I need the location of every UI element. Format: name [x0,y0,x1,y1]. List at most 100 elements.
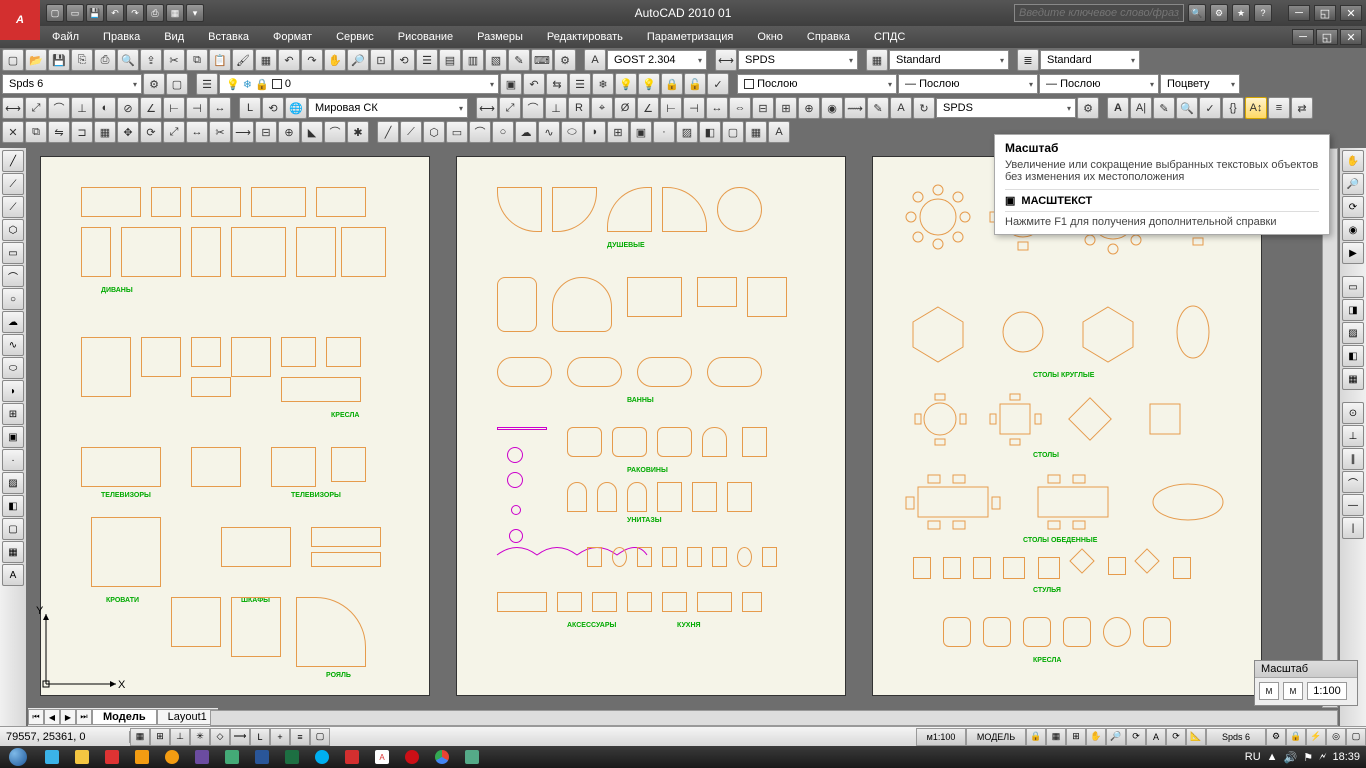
open-icon[interactable]: 📂 [25,49,47,71]
tray-lang[interactable]: RU [1245,751,1261,763]
rect-icon[interactable]: ▭ [446,121,468,143]
spds-dropdown[interactable]: Spds 6 [2,74,142,94]
break-icon[interactable]: ⊟ [255,121,277,143]
dtext-icon[interactable]: A| [1130,97,1152,119]
d2-upd-icon[interactable]: ↻ [913,97,935,119]
scale-btn-2[interactable]: M [1283,682,1303,700]
match-icon[interactable]: 🖌 [232,49,254,71]
scale-icon[interactable]: ⤢ [163,121,185,143]
vp-ellipse-icon[interactable]: ⬭ [2,357,24,379]
constr-tan-icon[interactable]: ⌒ [1342,471,1364,493]
saveas-icon[interactable]: ⎘ [71,49,93,71]
d2-rad-icon[interactable]: R [568,97,590,119]
tablestyle-dropdown[interactable]: Standard [889,50,1009,70]
vp-point-icon[interactable]: · [2,449,24,471]
layer-props-icon[interactable]: ☰ [196,73,218,95]
mtext2-icon[interactable]: A [768,121,790,143]
tab-first-icon[interactable]: ⏮ [28,709,44,725]
tablestyle-icon[interactable]: ▦ [866,49,888,71]
search-icon[interactable]: 🔍 [1188,4,1206,22]
pan-icon[interactable]: ✋ [324,49,346,71]
layer-lock-icon[interactable]: 🔒 [661,73,683,95]
array-icon[interactable]: ▦ [94,121,116,143]
status-lock-icon[interactable]: 🔒 [1026,728,1046,746]
vs-2d-icon[interactable]: ▭ [1342,276,1364,298]
status-anno-scale-icon[interactable]: 📐 [1186,728,1206,746]
d2-ord-icon[interactable]: ⊥ [545,97,567,119]
dim-aligned-icon[interactable]: ⤢ [25,97,47,119]
plotstyle-dropdown[interactable]: Поцвету [1160,74,1240,94]
mtext-icon[interactable]: A [1107,97,1129,119]
qat-save-icon[interactable]: 💾 [86,4,104,22]
copy2-icon[interactable]: ⧉ [25,121,47,143]
explode-icon[interactable]: ✱ [347,121,369,143]
zoom-icon[interactable]: 🔎 [347,49,369,71]
otrack-toggle[interactable]: ⟶ [230,728,250,746]
menu-view[interactable]: Вид [152,31,196,43]
qat-redo-icon[interactable]: ↷ [126,4,144,22]
constr-coin-icon[interactable]: ⊙ [1342,402,1364,424]
makeblock-icon[interactable]: ▣ [630,121,652,143]
vp-table-icon[interactable]: ▦ [2,541,24,563]
task-explorer-icon[interactable] [68,747,96,767]
status-nav-icon[interactable]: ✋ [1086,728,1106,746]
vp-polygon-icon[interactable]: ⬡ [2,219,24,241]
layer-iso-icon[interactable]: ▣ [500,73,522,95]
dim-dia-icon[interactable]: ⊘ [117,97,139,119]
d2-ang-icon[interactable]: ∠ [637,97,659,119]
qat-print-icon[interactable]: ⎙ [146,4,164,22]
ellipse-icon[interactable]: ⬭ [561,121,583,143]
layer-match-icon[interactable]: ⇆ [546,73,568,95]
d2-tol-icon[interactable]: ⊞ [775,97,797,119]
menu-parametric[interactable]: Параметризация [635,31,745,43]
layer-on-icon[interactable]: 💡 [638,73,660,95]
zoomwin-icon[interactable]: ⊡ [370,49,392,71]
justify-icon[interactable]: ≡ [1268,97,1290,119]
vp-ellipsearc-icon[interactable]: ◗ [2,380,24,402]
status-qv-icon[interactable]: ▦ [1046,728,1066,746]
circle-icon[interactable]: ○ [492,121,514,143]
task-excel-icon[interactable] [278,747,306,767]
doc-restore-button[interactable]: ◱ [1316,29,1338,45]
tray-action-icon[interactable]: ⚑ [1303,751,1313,764]
clean-screen-icon[interactable]: ▢ [1346,728,1366,746]
tray-net-icon[interactable]: 🔊 [1284,751,1298,764]
dimstyle-mgr-icon[interactable]: ⚙ [1077,97,1099,119]
mlstyle-dropdown[interactable]: Standard [1040,50,1140,70]
ellipsearc-icon[interactable]: ◗ [584,121,606,143]
constr-horiz-icon[interactable]: — [1342,494,1364,516]
cut-icon[interactable]: ✂ [163,49,185,71]
hw-accel-icon[interactable]: ⚡ [1306,728,1326,746]
scale-input[interactable] [1307,682,1347,700]
help-icon[interactable]: ? [1254,4,1272,22]
linetype-dropdown[interactable]: — Послою [898,74,1038,94]
nav-showmotion-icon[interactable]: ▶ [1342,242,1364,264]
qat-undo-icon[interactable]: ↶ [106,4,124,22]
dim-ord-icon[interactable]: ⊥ [71,97,93,119]
layer-state-icon[interactable]: ☰ [569,73,591,95]
d2-edit-icon[interactable]: ✎ [867,97,889,119]
zoomprev-icon[interactable]: ⟲ [393,49,415,71]
status-orbit-icon[interactable]: ⟳ [1126,728,1146,746]
constr-par-icon[interactable]: ∥ [1342,448,1364,470]
vp-block-icon[interactable]: ▣ [2,426,24,448]
menu-dimension[interactable]: Размеры [465,31,535,43]
d2-cen-icon[interactable]: ⊕ [798,97,820,119]
ucs-world-icon[interactable]: 🌐 [285,97,307,119]
tab-next-icon[interactable]: ▶ [60,709,76,725]
nav-pan-icon[interactable]: ✋ [1342,150,1364,172]
d2-ali-icon[interactable]: ⤢ [499,97,521,119]
vp-text-icon[interactable]: A [2,564,24,586]
redo-icon[interactable]: ↷ [301,49,323,71]
task-photo-icon[interactable] [218,747,246,767]
d2-jogl-icon[interactable]: ⟿ [844,97,866,119]
stretch-icon[interactable]: ↔ [186,121,208,143]
anno-style-status[interactable]: Spds 6 [1206,728,1266,746]
snap-toggle[interactable]: ▦ [130,728,150,746]
status-zoom-icon[interactable]: 🔎 [1106,728,1126,746]
task-opera-icon[interactable] [398,747,426,767]
status-anno-vis-icon[interactable]: A [1146,728,1166,746]
dim-cont-icon[interactable]: ⊣ [186,97,208,119]
task-media-icon[interactable] [128,747,156,767]
textedit-icon[interactable]: ✎ [1153,97,1175,119]
